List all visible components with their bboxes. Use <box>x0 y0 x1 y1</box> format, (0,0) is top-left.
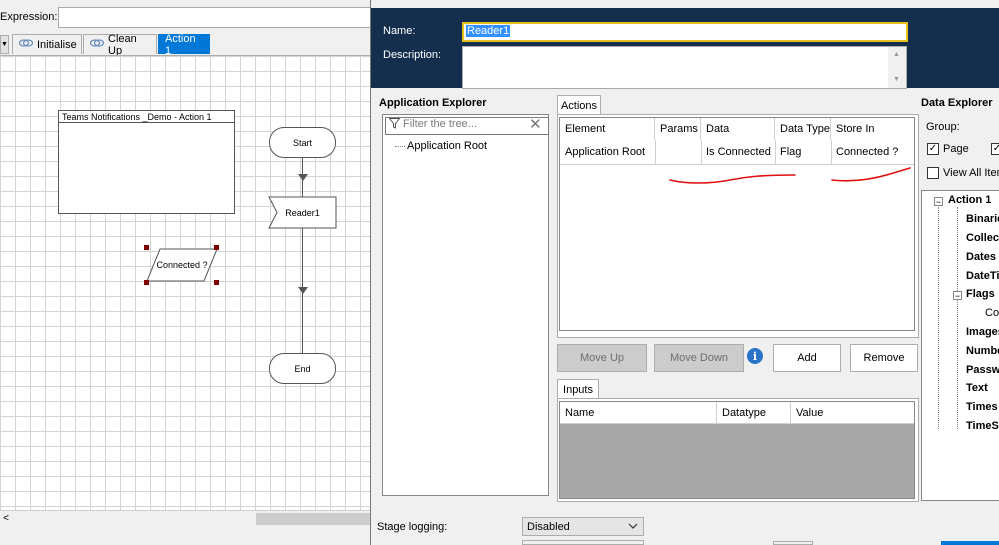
data-explorer-tree[interactable]: − Action 1 Binarie Collecti Dates DateTi… <box>921 190 999 501</box>
filter-icon <box>388 118 401 132</box>
stage-logging-value: Disabled <box>527 520 570 533</box>
tree-item-connected[interactable]: Con <box>985 307 999 319</box>
page-checkbox-label: Page <box>943 143 969 155</box>
name-label: Name: <box>383 25 416 37</box>
data-explorer-title: Data Explorer <box>921 97 993 109</box>
tree-item-binaries[interactable]: Binarie <box>966 213 999 225</box>
expression-input[interactable] <box>58 7 372 28</box>
tab-label: Clean Up <box>108 32 137 57</box>
description-input[interactable] <box>462 46 907 89</box>
page-icon <box>18 37 34 52</box>
tree-item-action-1[interactable]: Action 1 <box>948 194 991 206</box>
tab-action-1[interactable]: Action 1 <box>158 32 210 57</box>
tree-item-passwords[interactable]: Passwo <box>966 364 999 376</box>
tree-item-text[interactable]: Text <box>966 382 988 394</box>
tree-item-dates[interactable]: Dates <box>966 251 996 263</box>
reader-properties-dialog: Name: Reader1 Description: ▲ ▼ Applicati… <box>370 0 999 545</box>
tab-clean-up[interactable]: Clean Up <box>83 32 157 57</box>
tab-inputs[interactable]: Inputs <box>557 379 599 399</box>
start-label: Start <box>292 137 312 148</box>
resize-handle[interactable] <box>144 280 149 285</box>
clear-filter-icon[interactable]: ✕ <box>529 115 542 133</box>
name-value: Reader1 <box>466 25 511 37</box>
tree-item-collections[interactable]: Collecti <box>966 232 999 244</box>
dialog-header: Name: Reader1 Description: ▲ ▼ <box>371 8 999 89</box>
page-tab-bar: Initialise Clean Up Action 1 <box>0 32 372 57</box>
move-up-button[interactable]: Move Up <box>557 344 647 372</box>
column-header-value[interactable]: Value <box>791 402 911 423</box>
inputs-grid-header: Name Datatype Value <box>560 402 914 424</box>
end-label: End <box>294 363 311 374</box>
tree-connector <box>938 207 939 429</box>
page-icon <box>89 37 105 52</box>
chevron-down-icon <box>628 519 638 536</box>
info-icon[interactable]: i <box>747 348 763 364</box>
tab-initialise[interactable]: Initialise <box>12 34 82 54</box>
ok-button-partial[interactable] <box>941 541 999 545</box>
reader-label: Reader1 <box>285 207 320 218</box>
page-info-title: Teams Notifications _Demo - Action 1 <box>59 111 234 123</box>
filter-placeholder: Filter the tree... <box>403 118 477 130</box>
actions-grid[interactable]: Element Params Data Data Type Store In A… <box>559 117 915 331</box>
scroll-left-arrow[interactable]: < <box>0 510 12 527</box>
scrollbar-thumb[interactable] <box>256 513 372 525</box>
start-stage[interactable]: Start <box>269 127 336 158</box>
resize-handle[interactable] <box>214 280 219 285</box>
view-all-checkbox[interactable] <box>927 167 939 179</box>
tree-item-flags[interactable]: Flags <box>966 288 995 300</box>
bottom-button-partial[interactable] <box>773 541 813 545</box>
page-checkbox[interactable]: ✓ <box>927 143 939 155</box>
application-tree[interactable] <box>382 114 549 496</box>
tree-item-numbers[interactable]: Numbe <box>966 345 999 357</box>
description-label: Description: <box>383 49 442 61</box>
stage-logging-select[interactable]: Disabled <box>522 517 644 536</box>
page-info-box[interactable]: Teams Notifications _Demo - Action 1 <box>58 110 235 214</box>
resize-handle[interactable] <box>214 245 219 250</box>
tab-label: Initialise <box>37 38 77 51</box>
collapse-icon[interactable]: − <box>953 291 962 301</box>
add-button[interactable]: Add <box>773 344 841 372</box>
resize-handle[interactable] <box>144 245 149 250</box>
move-down-button[interactable]: Move Down <box>654 344 744 372</box>
tree-connector <box>395 146 405 147</box>
tree-connector <box>957 207 958 429</box>
scroll-up-icon[interactable]: ▲ <box>893 51 900 58</box>
expression-label: Expression: <box>0 11 58 23</box>
group-label: Group: <box>926 121 960 133</box>
secondary-select[interactable] <box>522 540 644 545</box>
reader-stage[interactable]: Reader1 <box>268 196 337 229</box>
tree-item-timespans[interactable]: TimeSp <box>966 420 999 432</box>
stage-logging-label: Stage logging: <box>377 521 448 533</box>
tab-label: Action 1 <box>165 32 196 57</box>
column-header-name[interactable]: Name <box>560 402 717 423</box>
view-all-label: View All Item <box>943 167 999 179</box>
scroll-down-icon[interactable]: ▼ <box>893 76 900 83</box>
tree-item-datetimes[interactable]: DateTim <box>966 270 999 282</box>
remove-button[interactable]: Remove <box>850 344 918 372</box>
flow-arrow <box>298 287 308 294</box>
application-explorer-title: Application Explorer <box>379 97 487 109</box>
tree-item-images[interactable]: Images <box>966 326 999 338</box>
group-checkbox-2[interactable]: ✓ <box>991 143 999 155</box>
flow-link <box>302 157 303 353</box>
process-studio-panel: Expression: ▼ Initialise Clean Up Action… <box>0 0 372 545</box>
data-item-label: Connected ? <box>156 260 208 270</box>
description-scrollbar[interactable]: ▲ ▼ <box>888 47 906 88</box>
red-annotation <box>669 167 911 184</box>
tree-item-times[interactable]: Times <box>966 401 998 413</box>
name-input[interactable]: Reader1 <box>462 22 908 42</box>
column-header-datatype[interactable]: Datatype <box>717 402 791 423</box>
data-item-connected[interactable]: Connected ? <box>145 247 219 283</box>
collapse-icon[interactable]: − <box>934 197 943 207</box>
left-status-strip <box>0 527 372 545</box>
flow-arrow <box>298 174 308 181</box>
end-stage[interactable]: End <box>269 353 336 384</box>
tab-actions[interactable]: Actions <box>557 95 601 115</box>
tree-item-application-root[interactable]: Application Root <box>407 140 487 152</box>
